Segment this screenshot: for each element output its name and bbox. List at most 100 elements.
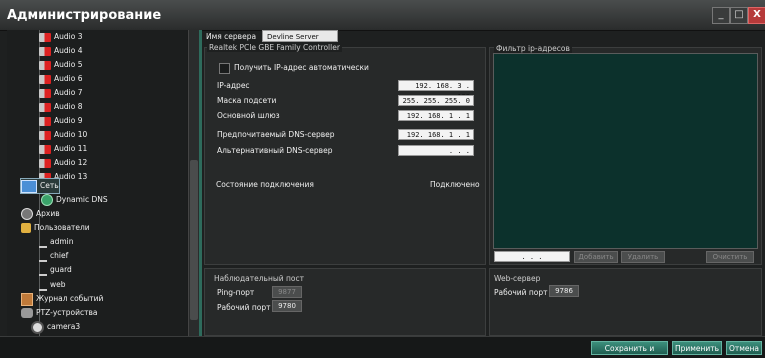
tree-item[interactable]: guard <box>39 263 72 277</box>
web-work-port-label: Рабочий порт <box>494 288 548 297</box>
audio-icon <box>39 46 51 56</box>
tree-item[interactable]: Пользователи <box>21 221 90 235</box>
audio-icon <box>39 32 51 42</box>
maximize-button[interactable]: □ <box>730 7 748 24</box>
server-name-input[interactable]: Devline Server <box>262 30 338 42</box>
tree-item[interactable]: Audio 5 <box>39 58 82 72</box>
tree-item[interactable]: Audio 7 <box>39 86 82 100</box>
tree-item-label: Audio 6 <box>54 74 83 83</box>
server-name-label: Имя сервера <box>206 32 257 41</box>
save-and-exit-button[interactable]: Сохранить и выйти <box>591 341 668 358</box>
observer-work-port-field[interactable]: 9780 <box>272 300 302 312</box>
tree-item[interactable]: Audio 12 <box>39 156 87 170</box>
tree-item-label: PTZ-устройства <box>36 308 98 317</box>
audio-icon <box>39 158 51 168</box>
tree-item-label: Audio 3 <box>54 32 83 41</box>
tree-item-label: guard <box>50 265 72 274</box>
minimize-button[interactable]: _ <box>712 7 730 24</box>
tree-item-label: Пользователи <box>34 223 90 232</box>
observer-work-port-label: Рабочий порт <box>217 303 271 312</box>
ping-port-field[interactable]: 9877 <box>272 286 302 298</box>
tree-item[interactable]: Dynamic DNS <box>41 193 108 207</box>
connection-status-value: Подключено <box>430 180 480 189</box>
tree-item[interactable]: camera3 <box>31 320 80 334</box>
tree-item[interactable]: chief <box>39 249 68 263</box>
tree-item-label: Audio 8 <box>54 102 83 111</box>
globe-icon <box>41 194 53 206</box>
ip-filter-title: Фильтр ip-адресов <box>494 44 572 53</box>
audio-icon <box>39 144 51 154</box>
dns1-label: Предпочитаемый DNS-сервер <box>217 130 335 139</box>
tree-item-label: Audio 4 <box>54 46 83 55</box>
tree-item-label: Audio 10 <box>54 130 88 139</box>
camera-icon <box>31 320 44 334</box>
tree-item-label: Audio 9 <box>54 116 83 125</box>
tree-item[interactable]: Сеть <box>20 178 60 194</box>
tree-item[interactable]: Audio 8 <box>39 100 82 114</box>
close-button[interactable]: X <box>748 7 765 24</box>
user-icon <box>39 279 47 291</box>
tree-item[interactable]: admin <box>39 235 74 249</box>
cancel-button[interactable]: Отмена <box>726 341 762 355</box>
clear-filter-button[interactable]: Очистить <box>706 251 754 263</box>
dns2-field[interactable]: . . . <box>398 145 474 156</box>
tree-item[interactable]: Audio 6 <box>39 72 82 86</box>
observer-title: Наблюдательный пост <box>214 274 305 283</box>
network-icon <box>21 179 37 193</box>
gateway-field[interactable]: 192. 168. 1 . 1 <box>398 110 474 121</box>
adapter-group-title: Realtek PCIe GBE Family Controller <box>207 43 342 52</box>
settings-tree[interactable]: Audio 3 Audio 4 Audio 5 Audio 6 Audio 7 Audio… <box>7 30 200 336</box>
archive-icon <box>21 208 33 220</box>
tree-item[interactable]: Audio 9 <box>39 114 82 128</box>
tree-scrollbar-thumb[interactable] <box>190 160 198 320</box>
tree-item[interactable]: Audio 11 <box>39 142 87 156</box>
journal-icon <box>21 292 33 306</box>
tree-item-label: web <box>50 280 66 289</box>
tree-item[interactable]: Audio 3 <box>39 30 82 44</box>
splitter[interactable] <box>199 30 202 336</box>
tree-item-label: Audio 5 <box>54 60 83 69</box>
tree-item[interactable]: Архив <box>21 207 60 221</box>
audio-icon <box>39 88 51 98</box>
users-icon <box>21 223 31 233</box>
audio-icon <box>39 130 51 140</box>
mask-label: Маска подсети <box>217 96 277 105</box>
auto-ip-checkbox[interactable] <box>219 63 230 74</box>
tree-item-label: Audio 11 <box>54 144 88 153</box>
ptz-icon <box>21 308 33 318</box>
tree-item[interactable]: Audio 10 <box>39 128 87 142</box>
tree-item[interactable]: Audio 4 <box>39 44 82 58</box>
audio-icon <box>39 102 51 112</box>
tree-item-label: admin <box>50 237 74 246</box>
user-icon <box>39 264 47 276</box>
title-bar: Администрирование _ □ X <box>0 0 765 31</box>
tree-item-label: Audio 13 <box>54 172 88 181</box>
ping-port-label: Ping-порт <box>217 288 255 297</box>
tree-list: Audio 3 Audio 4 Audio 5 Audio 6 Audio 7 Audio… <box>7 30 187 336</box>
add-filter-button[interactable]: Добавить <box>574 251 618 263</box>
tree-item[interactable]: PTZ-устройства <box>21 306 97 320</box>
user-icon <box>39 250 47 262</box>
tree-item-label: Архив <box>36 209 60 218</box>
tree-item-label: Audio 7 <box>54 88 83 97</box>
ip-filter-list[interactable] <box>493 53 758 249</box>
tree-item-label: camera3 <box>47 322 81 331</box>
admin-window: Администрирование _ □ X Audio 3 Audio 4 Au… <box>0 0 765 358</box>
connection-status-label: Состояние подключения <box>216 180 314 189</box>
ip-field[interactable]: 192. 168. 3 . 138 <box>398 80 474 101</box>
auto-ip-label: Получить IP-адрес автоматически <box>234 63 369 72</box>
apply-button[interactable]: Применить <box>672 341 722 355</box>
tree-item-label: chief <box>50 251 69 260</box>
remove-filter-button[interactable]: Удалить <box>621 251 665 263</box>
web-work-port-field[interactable]: 9786 <box>549 285 579 297</box>
tree-item-label: Audio 12 <box>54 158 88 167</box>
tree-item[interactable]: web <box>39 278 66 292</box>
gateway-label: Основной шлюз <box>217 111 280 120</box>
dns1-field[interactable]: 192. 168. 1 . 1 <box>398 129 474 140</box>
tree-item[interactable]: Журнал событий <box>21 292 103 306</box>
web-server-title: Web-сервер <box>494 274 541 283</box>
tree-item-label: Dynamic DNS <box>56 195 108 204</box>
audio-icon <box>39 116 51 126</box>
mask-field[interactable]: 255. 255. 255. 0 <box>398 95 474 106</box>
filter-ip-input[interactable]: . . . <box>494 251 570 262</box>
